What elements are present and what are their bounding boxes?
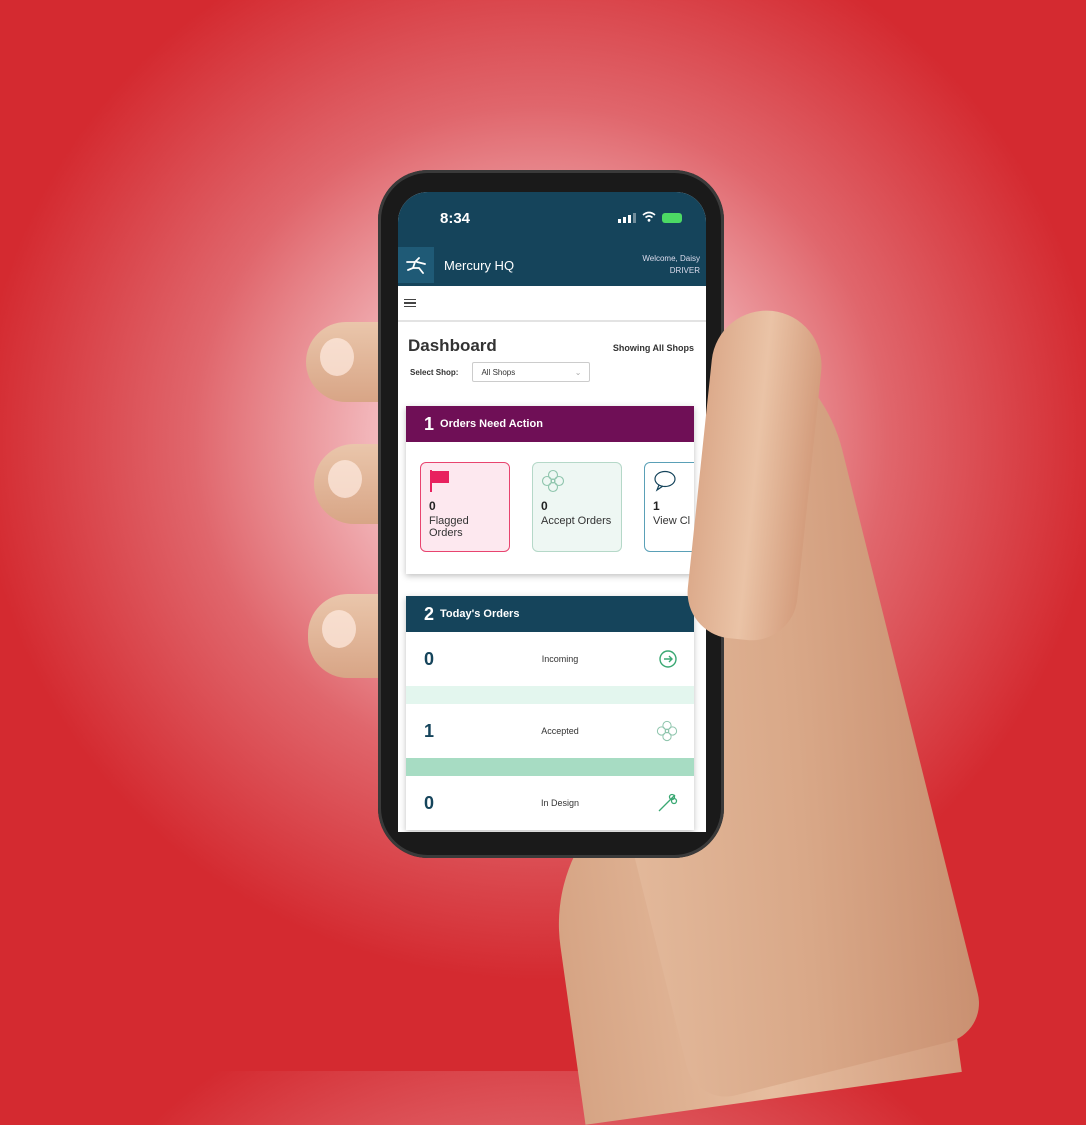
arrow-circle-icon: [656, 649, 678, 669]
chat-icon: [653, 467, 694, 495]
shears-icon: [656, 792, 678, 814]
order-label: Incoming: [541, 654, 579, 664]
tile-count: 0: [541, 499, 548, 513]
shop-select-value: All Shops: [481, 367, 516, 377]
action-tiles: 0 Flagged Orders 0 Accept Orders 1 View …: [406, 442, 694, 574]
row-divider: [406, 686, 694, 704]
page-title: Dashboard: [408, 336, 497, 355]
brand[interactable]: Mercury HQ: [398, 247, 514, 283]
flagged-orders-tile[interactable]: 0 Flagged Orders: [420, 462, 510, 552]
user-info[interactable]: Welcome, Daisy DRIVER: [642, 253, 700, 277]
phone-screen: 8:34 Mercury HQ Welcome, Daisy DRIVER Da…: [398, 192, 706, 832]
photo-background: 8:34 Mercury HQ Welcome, Daisy DRIVER Da…: [8, 4, 1086, 1125]
tile-label: View Cl: [653, 515, 691, 527]
dashboard-header: Dashboard Showing All Shops: [408, 336, 694, 356]
section-number: 1: [424, 413, 435, 434]
battery-icon: [662, 213, 682, 223]
section-title: Orders Need Action: [440, 418, 543, 430]
app-name: Mercury HQ: [444, 257, 515, 273]
tile-count: 0: [429, 499, 436, 513]
tile-label: Flagged Orders: [429, 515, 469, 539]
signal-icon: [618, 213, 636, 223]
wifi-icon: [642, 211, 656, 225]
select-shop-label: Select Shop:: [410, 367, 459, 377]
order-count: 1: [424, 720, 435, 741]
todays-orders-card: 2 Today's Orders 0 Incoming 1 Accepted 0…: [406, 596, 694, 830]
menu-bar: [398, 286, 706, 322]
flower-icon: [656, 720, 678, 742]
shop-select[interactable]: All Shops ⌄: [472, 362, 591, 382]
chevron-down-icon: ⌄: [574, 367, 582, 377]
order-row-incoming[interactable]: 0 Incoming: [406, 632, 694, 686]
shop-selector-row: Select Shop: All Shops ⌄: [408, 362, 694, 382]
tile-label: Accept Orders: [541, 515, 612, 527]
accept-orders-tile[interactable]: 0 Accept Orders: [532, 462, 622, 552]
app-header: Mercury HQ Welcome, Daisy DRIVER: [398, 244, 706, 286]
order-label: Accepted: [541, 726, 579, 736]
tile-count: 1: [653, 499, 660, 513]
orders-need-action-card: 1 Orders Need Action 0 Flagged Orders 0 …: [406, 406, 694, 574]
showing-shops-text: Showing All Shops: [612, 343, 694, 353]
order-count: 0: [424, 648, 435, 669]
view-chats-tile[interactable]: 1 View Cl: [644, 462, 694, 552]
section-number: 2: [424, 603, 435, 624]
order-count: 0: [424, 792, 435, 813]
order-label: In Design: [540, 798, 580, 808]
hamburger-menu-icon[interactable]: [404, 297, 416, 310]
section-title: Today's Orders: [440, 608, 520, 620]
mercury-logo-icon: [398, 247, 434, 283]
flower-icon: [541, 467, 613, 495]
user-role: DRIVER: [669, 266, 700, 275]
todays-orders-header[interactable]: 2 Today's Orders: [406, 596, 694, 632]
welcome-text: Welcome, Daisy: [642, 254, 700, 263]
row-divider: [406, 758, 694, 776]
order-row-accepted[interactable]: 1 Accepted: [406, 704, 694, 758]
orders-need-action-header[interactable]: 1 Orders Need Action: [406, 406, 694, 442]
order-row-in-design[interactable]: 0 In Design: [406, 776, 694, 830]
flag-icon: [429, 467, 501, 495]
phone-device: 8:34 Mercury HQ Welcome, Daisy DRIVER Da…: [378, 170, 724, 858]
status-bar: 8:34: [398, 192, 706, 244]
system-icons: [618, 211, 682, 225]
status-time: 8:34: [440, 209, 471, 227]
dashboard-content: Dashboard Showing All Shops Select Shop:…: [398, 322, 706, 830]
